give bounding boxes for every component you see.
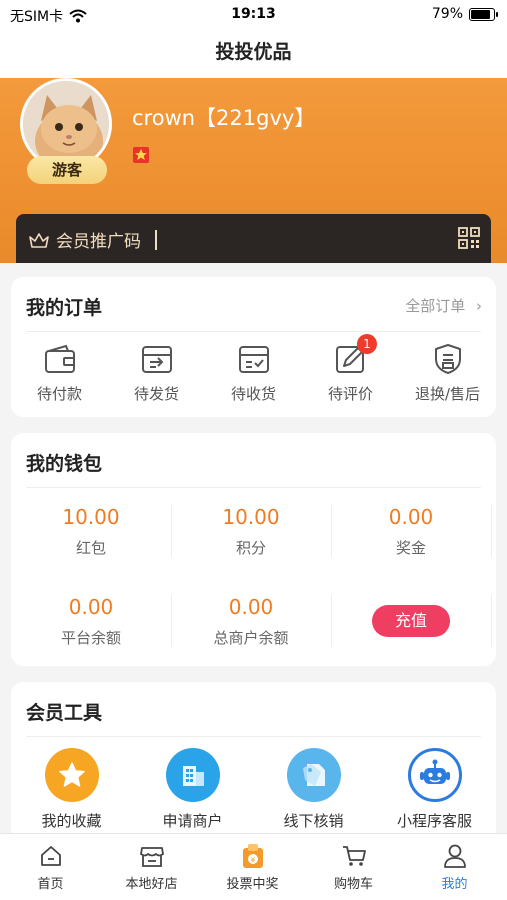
tab-label: 首页 [37, 877, 64, 892]
wallet-label: 总商户余额 [213, 629, 289, 647]
wallet-label: 积分 [235, 539, 266, 557]
svg-text:¥: ¥ [250, 856, 255, 864]
wallet-value: 0.00 [388, 505, 434, 529]
order-label: 待评价 [327, 385, 373, 403]
home-icon [40, 846, 61, 866]
order-label: 待收货 [230, 385, 276, 403]
tool-offline-verify[interactable]: 线下核销 [253, 748, 374, 831]
promo-separator [155, 229, 157, 250]
star-icon [44, 748, 99, 802]
divider [26, 736, 481, 737]
battery-info: 79% [431, 6, 498, 22]
divider [331, 595, 332, 647]
level-star-icon [133, 147, 149, 163]
battery-percent: 79% [431, 6, 463, 22]
orders-title: 我的订单 [26, 297, 103, 319]
order-pending-review[interactable]: 1 待评价 [302, 334, 399, 404]
store-icon [139, 847, 164, 867]
ship-icon [141, 346, 172, 373]
wallet-label: 平台余额 [60, 629, 121, 647]
wallet-value: 10.00 [222, 505, 280, 529]
review-count-badge: 1 [357, 334, 377, 354]
username: crown【221gvy】 [132, 106, 316, 130]
order-pending-ship[interactable]: 待发货 [108, 341, 205, 404]
wallet-platform-balance[interactable]: 0.00 平台余额 [11, 595, 171, 648]
promo-label: 会员推广码 [56, 232, 141, 252]
tool-favorites[interactable]: 我的收藏 [11, 748, 132, 831]
crown-icon [29, 232, 49, 248]
wallet-red-packet[interactable]: 10.00 红包 [11, 505, 171, 558]
order-label: 退换/售后 [414, 385, 481, 403]
receive-icon [238, 346, 269, 373]
role-badge: 游客 [27, 156, 107, 184]
tab-vote-win[interactable]: ¥ 投票中奖 [202, 842, 303, 892]
robot-icon [407, 748, 462, 802]
wallet-bonus[interactable]: 0.00 奖金 [331, 505, 491, 558]
wallet-title: 我的钱包 [26, 453, 103, 475]
member-tools-card: 会员工具 我的收藏 申请商户 线下核销 小程序客服 [11, 682, 496, 842]
wallet-points[interactable]: 10.00 积分 [171, 505, 331, 558]
wallet-value: 0.00 [68, 595, 114, 619]
tools-title: 会员工具 [26, 702, 103, 724]
cart-icon [342, 846, 366, 866]
tool-label: 申请商户 [162, 812, 223, 830]
all-orders-label: 全部订单 [405, 297, 466, 315]
tool-apply-merchant[interactable]: 申请商户 [132, 748, 253, 831]
order-pending-receive[interactable]: 待收货 [205, 341, 302, 404]
tool-mini-program-service[interactable]: 小程序客服 [374, 748, 495, 831]
member-promo-code-bar[interactable]: 会员推广码 [16, 214, 491, 263]
tab-label: 本地好店 [125, 877, 178, 892]
tool-label: 小程序客服 [396, 812, 472, 830]
all-orders-link[interactable]: 全部订单 › [405, 295, 482, 316]
tab-local-stores[interactable]: 本地好店 [101, 842, 202, 892]
status-bar: 无SIM卡 19:13 79% [0, 0, 507, 30]
after-sale-icon [434, 344, 461, 374]
order-after-sale[interactable]: 退换/售后 [399, 341, 496, 404]
wallet-icon [44, 344, 75, 373]
wallet-card: 我的钱包 10.00 红包 10.00 积分 0.00 奖金 0.00 平台余额… [11, 433, 496, 666]
chevron-right-icon: › [476, 297, 482, 315]
page-title: 投投优品 [0, 30, 507, 78]
wallet-merchant-balance[interactable]: 0.00 总商户余额 [171, 595, 331, 648]
order-label: 待付款 [36, 385, 82, 403]
divider [491, 505, 492, 557]
recharge-button[interactable]: 充值 [372, 605, 450, 637]
tab-label: 购物车 [333, 877, 373, 892]
wallet-value: 0.00 [228, 595, 274, 619]
order-pending-payment[interactable]: 待付款 [11, 341, 108, 404]
order-label: 待发货 [133, 385, 179, 403]
tag-icon [286, 748, 341, 802]
profile-header: 游客 crown【221gvy】 会员推广码 [0, 78, 507, 263]
wallet-value: 10.00 [62, 505, 120, 529]
tab-home[interactable]: 首页 [0, 842, 101, 892]
tab-cart[interactable]: 购物车 [303, 842, 404, 892]
orders-card: 我的订单 全部订单 › 待付款 待发货 待收货 1 待评价 退换/售后 [11, 277, 496, 417]
tab-mine[interactable]: 我的 [404, 842, 505, 892]
qr-code-icon[interactable] [457, 226, 481, 250]
building-icon [165, 748, 220, 802]
wallet-label: 奖金 [395, 539, 426, 557]
battery-icon [469, 7, 498, 21]
tab-label: 我的 [441, 877, 468, 892]
divider [26, 331, 481, 332]
tool-label: 我的收藏 [41, 812, 102, 830]
divider [26, 487, 481, 488]
user-icon [443, 844, 466, 868]
wallet-label: 红包 [75, 539, 106, 557]
vote-icon: ¥ [242, 844, 263, 868]
tool-label: 线下核销 [283, 812, 344, 830]
divider [491, 595, 492, 647]
tab-label: 投票中奖 [226, 877, 279, 892]
bottom-tab-bar: 首页 本地好店 ¥ 投票中奖 购物车 我的 [0, 833, 507, 900]
